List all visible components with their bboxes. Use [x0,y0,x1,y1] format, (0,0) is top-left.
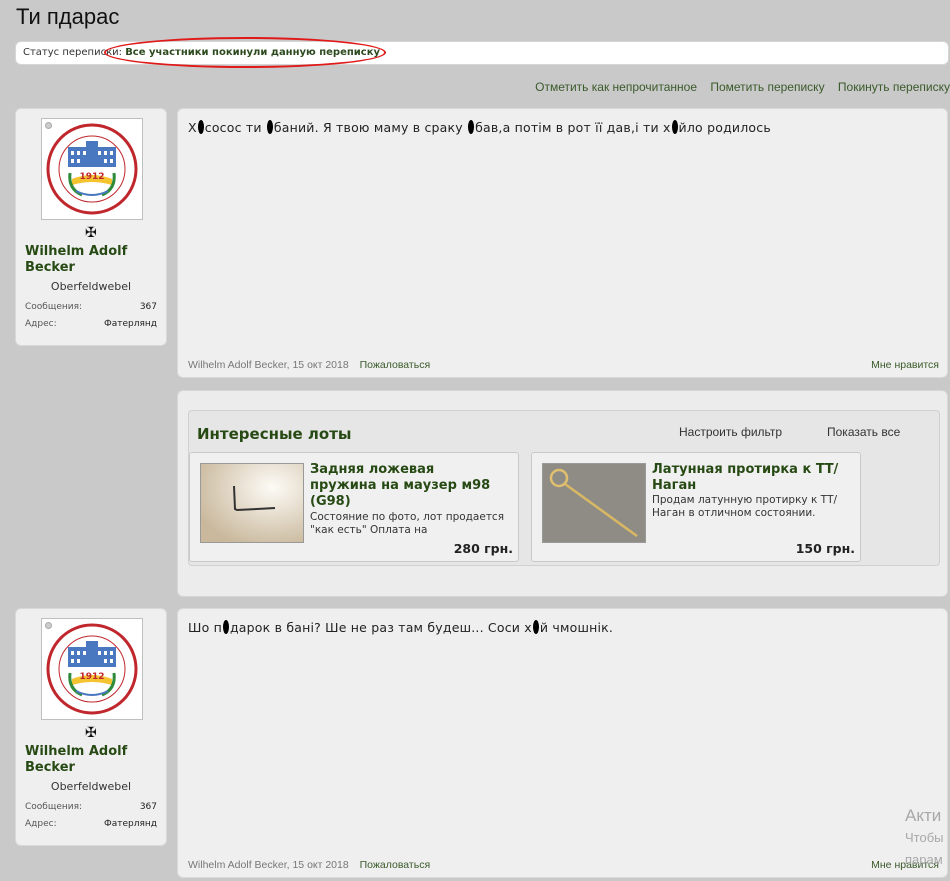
leave-conversation-link[interactable]: Покинуть переписку [838,80,950,94]
page-title: Ти пдарас [16,4,120,29]
message-body: Хсосос ти баний. Я твою маму в сраку бав… [177,108,948,378]
stat-label: Сообщения: [25,802,83,812]
user-card: 1912 ✠ Wilhelm Adolf Becker Oberfeldwebe… [15,608,167,846]
censor-blot [266,120,273,134]
interesting-lots-panel: Интересные лоты Настроить фильтр Показат… [177,390,948,597]
report-link[interactable]: Пожаловаться [360,859,431,871]
logo-year: 1912 [79,172,104,182]
user-card: 1912 ✠ Wilhelm Adolf Becker Oberfeldwebe… [15,108,167,346]
university-logo-icon: 1912 [46,623,138,715]
like-link[interactable]: Мне нравится [871,359,939,371]
watermark-line: Акти [905,806,942,825]
lot-card[interactable]: Задняя ложевая пружина на маузер м98 (G9… [189,452,519,562]
lot-card[interactable]: Латунная протирка к ТТ/Наган Продам лату… [531,452,861,562]
message-date[interactable]: 15 окт 2018 [292,359,348,371]
windows-activation-watermark: Акти Чтобы парам [905,805,944,871]
username[interactable]: Wilhelm Adolf Becker [25,244,155,276]
stat-value[interactable]: Фатерлянд [104,319,157,329]
censor-blot [197,120,204,134]
avatar[interactable]: 1912 [41,618,143,720]
logo-year: 1912 [79,672,104,682]
report-link[interactable]: Пожаловаться [360,359,431,371]
lot-thumbnail[interactable] [542,463,646,543]
stat-value[interactable]: 367 [140,802,157,812]
conversation-actions: Отметить как непрочитанное Пометить пере… [525,80,950,94]
mark-unread-link[interactable]: Отметить как непрочитанное [535,80,697,94]
lot-title[interactable]: Латунная протирка к ТТ/Наган [652,462,847,494]
message-meta: Wilhelm Adolf Becker, 15 окт 2018 Пожало… [188,359,431,371]
show-all-link[interactable]: Показать все [827,425,900,439]
stat-value[interactable]: 367 [140,302,157,312]
lot-price: 280 грн. [453,541,513,556]
message-text: Шо п дарок в бані? Ше не раз там будеш...… [188,620,614,635]
red-highlight-oval [104,37,386,68]
stat-label: Адрес: [25,319,57,329]
stat-location: Адрес: Фатерлянд [25,819,157,829]
lot-description: Состояние по фото, лот продается "как ес… [310,511,505,536]
censor-blot [671,120,678,134]
stat-value[interactable]: Фатерлянд [104,819,157,829]
lot-price: 150 грн. [795,541,855,556]
censor-blot [532,620,539,634]
university-logo-icon: 1912 [46,123,138,215]
message-date[interactable]: 15 окт 2018 [292,859,348,871]
lots-box: Интересные лоты Настроить фильтр Показат… [188,410,940,566]
username[interactable]: Wilhelm Adolf Becker [25,744,155,776]
iron-cross-icon: ✠ [85,225,97,241]
lot-thumbnail[interactable] [200,463,304,543]
online-status-dot [45,622,52,629]
user-rank: Oberfeldwebel [50,780,132,793]
lot-title[interactable]: Задняя ложевая пружина на маузер м98 (G9… [310,462,505,510]
configure-filter-link[interactable]: Настроить фильтр [679,425,782,439]
watermark-line: Чтобы [905,830,944,845]
online-status-dot [45,122,52,129]
censor-blot [468,120,475,134]
watermark-line: парам [905,852,943,867]
star-conversation-link[interactable]: Пометить переписку [710,80,824,94]
lots-title: Интересные лоты [197,425,352,443]
stat-messages: Сообщения: 367 [25,302,157,312]
message-author[interactable]: Wilhelm Adolf Becker [188,359,287,371]
lot-description: Продам латунную протирку к ТТ/Наган в от… [652,494,838,519]
stat-label: Сообщения: [25,302,83,312]
stat-location: Адрес: Фатерлянд [25,319,157,329]
stat-label: Адрес: [25,819,57,829]
stat-messages: Сообщения: 367 [25,802,157,812]
message-text: Хсосос ти баний. Я твою маму в сраку бав… [188,120,771,135]
message-author[interactable]: Wilhelm Adolf Becker [188,859,287,871]
iron-cross-icon: ✠ [85,725,97,741]
message-body: Шо п дарок в бані? Ше не раз там будеш...… [177,608,948,878]
message-meta: Wilhelm Adolf Becker, 15 окт 2018 Пожало… [188,859,431,871]
user-rank: Oberfeldwebel [50,280,132,293]
avatar[interactable]: 1912 [41,118,143,220]
censor-blot [222,620,229,634]
